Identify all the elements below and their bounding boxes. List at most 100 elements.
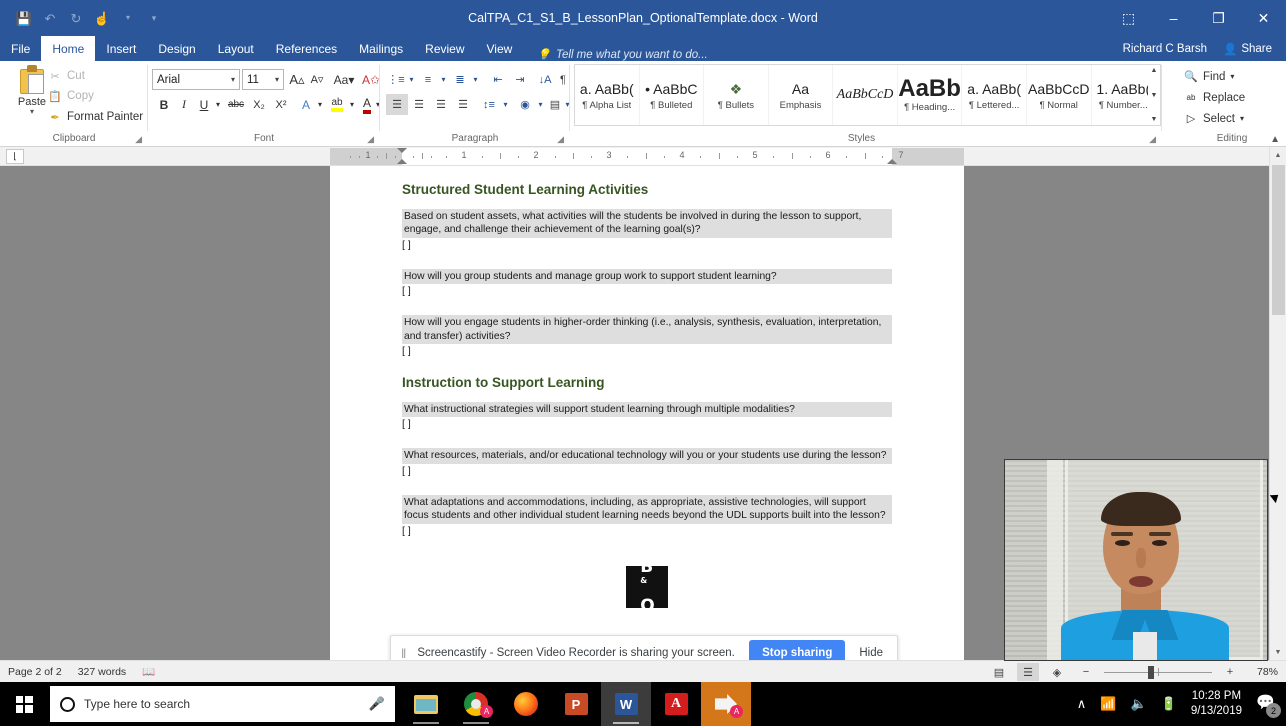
word-count[interactable]: 327 words [78,666,126,678]
italic-button[interactable]: I [174,94,194,115]
restore-button[interactable]: ❐ [1196,0,1241,36]
answer-field[interactable]: [ ] [402,417,892,431]
tab-file[interactable]: File [0,36,41,61]
styles-gallery-scroll[interactable]: ▲ ▼ ▼ [1148,64,1161,126]
customize-qat-icon[interactable]: ▾ [142,6,166,30]
font-dialog-launcher[interactable]: ◢ [367,134,374,145]
bullets-icon[interactable]: ⋮≡ [386,69,406,90]
vertical-scrollbar[interactable]: ▲ ▼ [1269,147,1286,660]
style-lettered[interactable]: a. AaBb( ¶ Lettered... [962,65,1027,125]
answer-field[interactable]: [ ] [402,238,892,252]
zoom-slider-thumb[interactable] [1148,666,1154,679]
style-heading[interactable]: AaBb ¶ Heading... [898,65,963,125]
collapse-ribbon-icon[interactable]: ▲ [1270,134,1280,145]
chevron-down-icon[interactable]: ▾ [1240,114,1244,123]
change-case-button[interactable]: Aa▾ [330,69,358,90]
hide-button[interactable]: Hide [855,647,887,659]
battery-icon[interactable]: 🔋 [1161,696,1177,712]
chevron-down-icon[interactable]: ▾ [30,108,34,116]
align-center-icon[interactable]: ☰ [408,94,430,115]
chevron-down-icon[interactable]: ▾ [406,69,417,90]
scroll-down-icon[interactable]: ▼ [1270,644,1286,660]
superscript-button[interactable]: X² [270,94,292,115]
align-right-icon[interactable]: ☰ [430,94,452,115]
chevron-down-icon[interactable]: ▾ [212,94,224,115]
chevron-down-icon[interactable]: ▾ [314,94,326,115]
decrease-indent-icon[interactable]: ⇤ [487,69,509,90]
line-spacing-icon[interactable]: ↕≡ [478,94,500,115]
undo-icon[interactable]: ↶ [38,6,62,30]
taskbar-search-box[interactable]: Type here to search 🎤 [50,686,395,722]
proofing-errors-icon[interactable]: 📖 [142,665,155,678]
close-button[interactable]: ✕ [1241,0,1286,36]
font-size-input[interactable]: 11 ▾ [242,69,284,90]
pause-icon[interactable]: ‖ [401,646,407,661]
select-button[interactable]: ▷ Select ▾ [1184,109,1244,128]
touch-mode-icon[interactable]: ☝ [90,6,114,30]
paragraph-dialog-launcher[interactable]: ◢ [557,134,564,145]
justify-icon[interactable]: ☰ [452,94,474,115]
font-family-input[interactable]: Arial ▾ [152,69,240,90]
chevron-down-icon[interactable]: ▾ [231,75,235,84]
increase-indent-icon[interactable]: ⇥ [509,69,531,90]
tab-layout[interactable]: Layout [207,36,265,61]
network-icon[interactable]: 📶 [1100,696,1116,712]
web-layout-button[interactable]: ◈ [1046,663,1068,681]
taskbar-adobe-acrobat[interactable]: A [651,682,701,726]
replace-button[interactable]: ab Replace [1184,88,1246,107]
style-italic-preview[interactable]: AaBbCcD [833,65,898,125]
chevron-down-icon[interactable]: ▾ [500,94,511,115]
tab-home[interactable]: Home [41,36,96,61]
horizontal-ruler[interactable]: 1 1 2 3 4 5 6 7 [330,148,964,165]
tab-mailings[interactable]: Mailings [348,36,414,61]
chevron-down-icon[interactable]: ▾ [470,69,481,90]
read-mode-button[interactable]: ▤ [988,663,1010,681]
grow-font-button[interactable]: A▵ [287,69,307,90]
hanging-indent-marker[interactable] [397,159,407,164]
style-bullets[interactable]: ❖ ¶ Bullets [704,65,769,125]
answer-field[interactable]: [ ] [402,464,892,478]
microphone-icon[interactable]: 🎤 [369,696,385,712]
notifications-button[interactable]: 💬 2 [1256,693,1281,718]
underline-button[interactable]: U [194,94,214,115]
strikethrough-button[interactable]: abc [224,94,248,115]
ribbon-display-options-icon[interactable]: ⬚ [1106,0,1151,36]
taskbar-file-explorer[interactable] [401,682,451,726]
chevron-up-icon[interactable]: ▲ [1151,67,1158,74]
first-line-indent-marker[interactable] [397,148,407,153]
start-button[interactable] [0,682,48,726]
answer-field[interactable]: [ ] [402,284,892,298]
tab-review[interactable]: Review [414,36,475,61]
zoom-in-button[interactable]: + [1219,663,1241,681]
taskbar-google-chrome[interactable]: A [451,682,501,726]
chevron-down-icon[interactable]: ▾ [116,6,140,30]
chevron-down-icon[interactable]: ▾ [275,75,279,84]
format-painter-button[interactable]: ✒ Format Painter [48,108,143,126]
sort-icon[interactable]: ↓A [535,69,555,90]
redo-icon[interactable]: ↻ [64,6,88,30]
clock[interactable]: 10:28 PM 9/13/2019 [1191,689,1242,719]
multilevel-list-icon[interactable]: ≣ [450,69,470,90]
minimize-button[interactable]: – [1151,0,1196,36]
print-layout-button[interactable]: ☰ [1017,663,1039,681]
style-normal[interactable]: AaBbCcD ¶ Normal [1027,65,1092,125]
taskbar-word[interactable]: W [601,682,651,726]
style-emphasis[interactable]: Aa Emphasis [769,65,834,125]
style-bulleted[interactable]: • AaBbC ¶ Bulleted [640,65,705,125]
style-numbered[interactable]: 1. AaBb( ¶ Number... [1092,65,1156,125]
answer-field[interactable]: [ ] [402,524,892,538]
tab-stop-selector[interactable]: ⌊ [6,149,24,164]
tab-view[interactable]: View [476,36,524,61]
tab-references[interactable]: References [265,36,348,61]
clipboard-dialog-launcher[interactable]: ◢ [135,134,142,145]
webcam-overlay-video[interactable] [1004,459,1268,661]
chevron-down-icon[interactable]: ▾ [438,69,449,90]
find-button[interactable]: 🔍 Find ▾ [1184,67,1234,86]
numbering-icon[interactable]: ≡ [418,69,438,90]
tab-design[interactable]: Design [147,36,206,61]
taskbar-mozilla-firefox[interactable] [501,682,551,726]
show-hidden-icons-icon[interactable]: ∧ [1077,696,1087,712]
subscript-button[interactable]: X₂ [248,94,270,115]
scrollbar-thumb[interactable] [1272,165,1285,315]
chevron-down-icon[interactable]: ▾ [346,94,358,115]
